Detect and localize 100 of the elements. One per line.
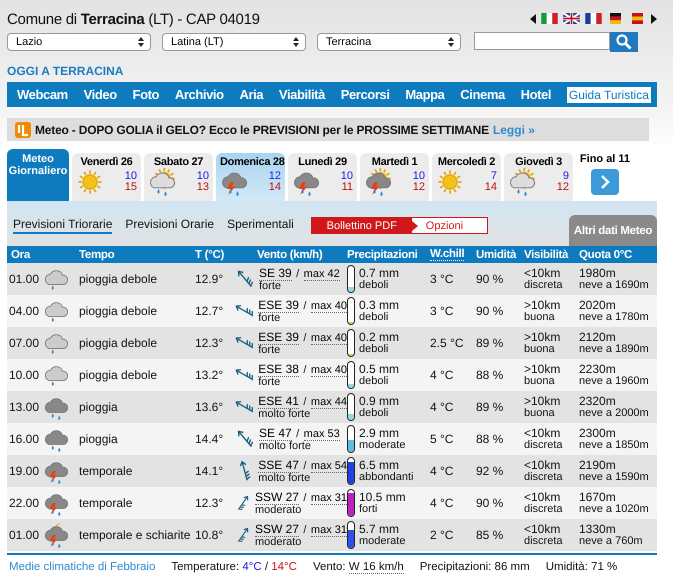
nav-link[interactable]: Aria: [239, 87, 264, 102]
precip-amount: 2.9 mm: [359, 427, 400, 439]
chevron-right-icon: [600, 175, 610, 189]
visibility-label: buona: [524, 375, 556, 387]
sun-cloud-rain-icon: [508, 168, 536, 196]
day-tab[interactable]: Sabato 27 10 13: [144, 153, 213, 201]
visibility-value: <10km: [524, 491, 562, 503]
freezing-level: 2300m: [579, 427, 616, 439]
visibility-value: >10km: [524, 363, 562, 375]
snow-level: neve a 2000m: [579, 407, 650, 419]
wind-speed: ESE 41: [258, 394, 299, 408]
weather-cell-text: temporale: [79, 464, 134, 478]
precip-amount: 0.3 mm: [359, 299, 400, 311]
wind-strength: moderato: [254, 504, 302, 516]
wind-chill-cell-text: 4 °C: [430, 400, 454, 414]
day-tab[interactable]: Giovedì 3 9 12: [504, 153, 573, 201]
search-field[interactable]: [474, 32, 610, 50]
snow-level: neve a 760m: [579, 535, 644, 547]
freezing-level: 1670m: [579, 491, 616, 503]
nav-link[interactable]: Percorsi: [340, 87, 390, 102]
nav-link[interactable]: Viabilità: [278, 87, 325, 102]
day-tab[interactable]: Martedì 1 10 12: [360, 153, 429, 201]
wind-strength: moderato: [254, 536, 302, 548]
visibility-label: discreta: [524, 279, 564, 291]
humidity-cell-text: 90 %: [476, 272, 504, 286]
nav-link[interactable]: Mappa: [405, 87, 444, 102]
wind-max: max 42: [304, 268, 340, 280]
precip-amount: 0.7 mm: [359, 267, 400, 279]
wind-max: max 53: [304, 428, 340, 440]
wind-speed: SE 39: [259, 266, 292, 280]
section-title: OGGI A TERRACINA: [7, 64, 124, 78]
separator: /: [303, 492, 306, 504]
flag-icon[interactable]: [607, 13, 624, 24]
more-days-label: Fino al 11: [580, 153, 630, 165]
weather-cell-text: pioggia debole: [79, 368, 158, 382]
freezing-level: 2120m: [579, 331, 616, 343]
wind-strength: forte: [258, 344, 282, 356]
visibility-value: <10km: [524, 523, 562, 535]
dropdown[interactable]: Lazio: [7, 33, 151, 51]
flag-icon[interactable]: [585, 13, 602, 24]
weather-cell-text: temporale: [79, 496, 134, 510]
sun-storm-icon: [364, 168, 392, 196]
separator: /: [303, 300, 306, 312]
temperature-cell-text: 12.7°: [195, 304, 224, 318]
column-header: Ora: [10, 248, 30, 260]
day-tab[interactable]: Venerdì 26 10 15: [72, 153, 141, 201]
temperature-cell-text: 14.4°: [195, 432, 224, 446]
nav-link[interactable]: Hotel: [520, 87, 552, 102]
flag-icon[interactable]: [563, 13, 580, 24]
time-cell: 16.00: [9, 432, 40, 446]
nav-link[interactable]: Webcam: [17, 87, 68, 102]
next-button[interactable]: [591, 169, 619, 195]
nav-link[interactable]: Foto: [132, 87, 160, 102]
nav-link[interactable]: Video: [84, 87, 117, 102]
day-tab[interactable]: Mercoledì 2 7 14: [432, 153, 501, 201]
freezing-level: 2320m: [579, 395, 617, 407]
forecast-subtab[interactable]: Previsioni Orarie: [125, 217, 214, 234]
wind-strength: forte: [258, 312, 282, 324]
dropdown[interactable]: Terracina: [317, 33, 461, 51]
search-button[interactable]: [610, 32, 638, 52]
dropdown[interactable]: Latina (LT): [162, 33, 306, 51]
visibility-label: discreta: [524, 439, 564, 451]
visibility-label: discreta: [524, 471, 564, 483]
precip-label: deboli: [359, 375, 390, 387]
more-data-tab[interactable]: Altri dati Meteo: [569, 215, 657, 246]
day-tab[interactable]: Lunedì 29 10 11: [288, 153, 357, 201]
wind-speed: ESE 39: [258, 330, 299, 344]
precip-label: moderate: [359, 439, 406, 451]
column-header: Vento (km/h): [256, 248, 322, 260]
precip-amount: 6.5 mm: [359, 459, 400, 471]
snow-level: neve a 1850m: [579, 439, 650, 451]
forecast-subtab[interactable]: Previsioni Triorarie: [13, 217, 112, 234]
options-button[interactable]: Opzioni: [412, 218, 487, 233]
wind-chill-cell-text: 3 °C: [430, 272, 454, 286]
weather-cell-text: pioggia: [79, 400, 119, 414]
wind-chill-cell-text: 3 °C: [430, 304, 454, 318]
arrow-right-icon[interactable]: [651, 14, 657, 24]
weather-cell-text: pioggia debole: [79, 336, 158, 350]
precip-label: abbondanti: [359, 471, 414, 483]
time-cell: 01.00: [9, 272, 40, 286]
column-header: W.chill: [430, 248, 464, 261]
precip-label: deboli: [359, 311, 390, 323]
nav-link[interactable]: Archivio: [174, 87, 224, 102]
separator: /: [303, 524, 306, 536]
daily-forecast-tab[interactable]: Meteo Giornaliero: [7, 149, 69, 201]
wind-strength: molto forte: [258, 408, 312, 420]
separator: /: [264, 561, 268, 573]
wind-chill-cell-text: 4 °C: [430, 496, 454, 510]
arrow-left-icon[interactable]: [530, 14, 536, 24]
weather-cell-text: pioggia debole: [79, 272, 158, 286]
precip-amount: 0.5 mm: [359, 363, 400, 375]
wind-speed: SSW 27: [254, 522, 299, 536]
climate-link[interactable]: Medie climatiche di Febbraio: [9, 561, 156, 573]
forecast-subtab[interactable]: Sperimentali: [227, 217, 294, 234]
page-title: Comune di Terracina (LT) - CAP 04019: [7, 11, 260, 28]
temperature-cell-text: 12.9°: [195, 272, 224, 286]
day-tab[interactable]: Domenica 28 12 14: [216, 153, 285, 201]
guide-link[interactable]: Guida Turistica: [566, 86, 651, 102]
wind-chill-cell-text: 4 °C: [430, 368, 454, 382]
nav-link[interactable]: Cinema: [460, 87, 505, 102]
